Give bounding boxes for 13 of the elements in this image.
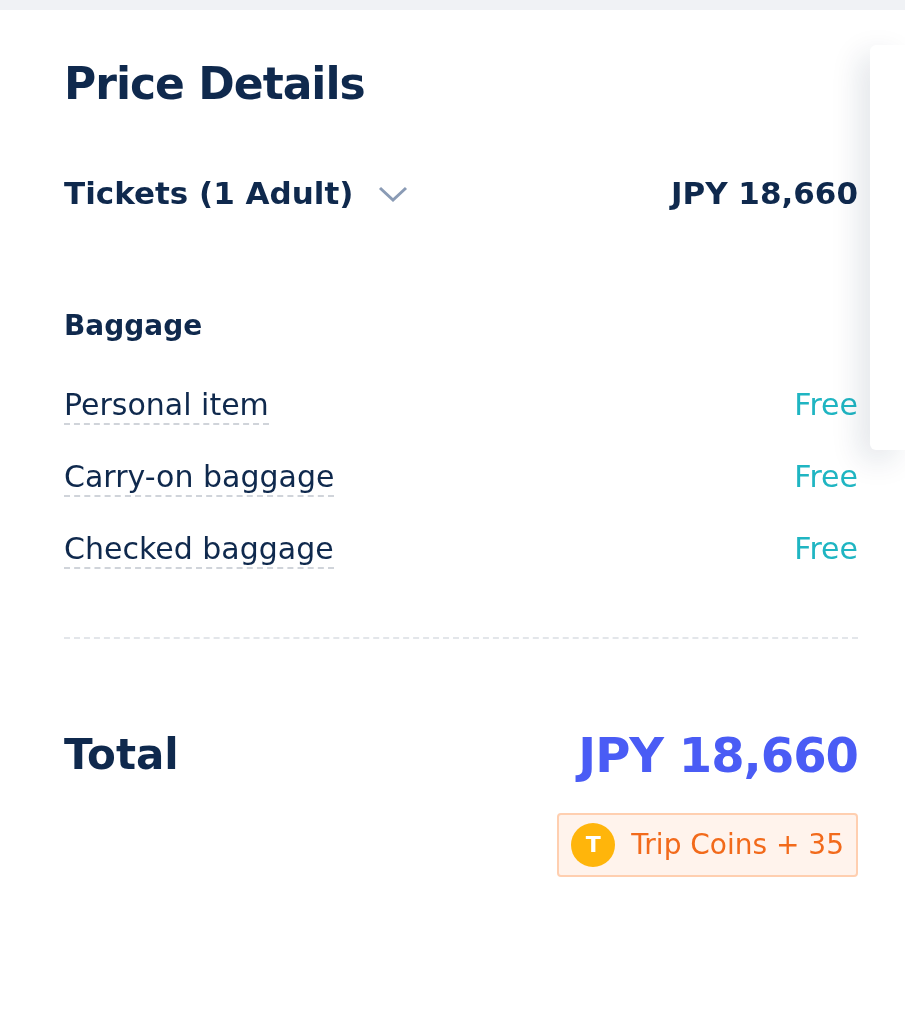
- coin-icon: T: [571, 822, 616, 867]
- tickets-toggle[interactable]: Tickets (1 Adult): [64, 170, 410, 217]
- baggage-item-name[interactable]: Personal item: [64, 386, 269, 425]
- baggage-price: Free: [794, 386, 858, 424]
- baggage-item-name[interactable]: Carry-on baggage: [64, 458, 335, 497]
- baggage-price: Free: [794, 530, 858, 568]
- ticket-price: JPY 18,660: [670, 174, 858, 214]
- baggage-price: Free: [794, 458, 858, 496]
- trip-coins-text: Trip Coins + 35: [631, 826, 844, 863]
- baggage-heading: Baggage: [64, 307, 204, 344]
- section-title: Price Details: [64, 60, 366, 109]
- baggage-item-name[interactable]: Checked baggage: [64, 530, 334, 569]
- total-label: Total: [64, 729, 179, 782]
